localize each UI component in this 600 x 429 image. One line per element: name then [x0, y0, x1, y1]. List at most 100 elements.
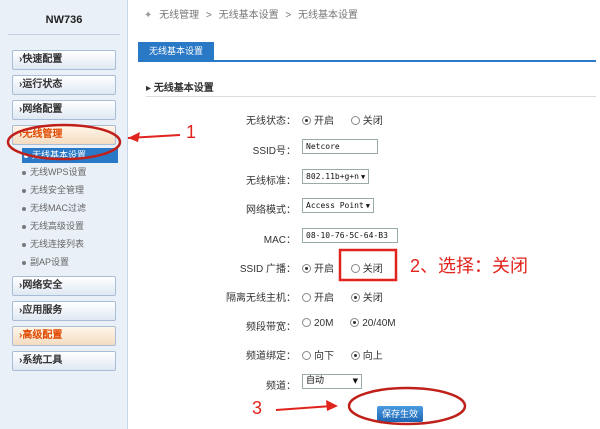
- submenu-security[interactable]: 无线安全管理: [22, 183, 118, 198]
- option-label: 向上: [362, 351, 383, 362]
- submenu-sub-ap[interactable]: 副AP设置: [22, 255, 118, 270]
- menu-network-config[interactable]: ›网络配置: [12, 100, 116, 120]
- option-label: 20M: [314, 318, 334, 329]
- submenu-label: 无线连接列表: [30, 239, 85, 249]
- option-label: 开启: [314, 293, 334, 304]
- radio-icon[interactable]: [350, 116, 360, 125]
- arrow-annotation: [127, 134, 181, 139]
- wireless-status-on[interactable]: 开启: [302, 116, 334, 127]
- ssid-broadcast-off[interactable]: 关闭: [350, 264, 383, 275]
- bullet-icon: [22, 170, 26, 175]
- ssid-label: SSID号：: [252, 146, 296, 157]
- annotation-step-3: 3: [252, 398, 263, 418]
- channel-bind-radios: 向下 向上: [302, 347, 397, 362]
- bullet-icon: [22, 242, 26, 247]
- breadcrumb-icon: ✦: [144, 10, 153, 21]
- select-value: 自动: [306, 376, 325, 386]
- submenu-label: 无线WPS设置: [30, 167, 87, 177]
- annotation-step-1: 1: [186, 122, 197, 142]
- menu-network-security[interactable]: ›网络安全: [12, 276, 116, 296]
- option-label: 20/40M: [362, 318, 396, 329]
- submenu-label: 无线基本设置: [32, 150, 87, 160]
- standard-label: 无线标准：: [246, 176, 296, 187]
- bandwidth-20m[interactable]: 20M: [302, 318, 333, 329]
- select-value: 802.11b+g+n: [306, 172, 359, 181]
- bandwidth-radios: 20M 20/40M: [302, 318, 410, 329]
- radio-icon[interactable]: [302, 116, 311, 125]
- menu-wireless[interactable]: ›无线管理: [12, 125, 116, 145]
- dropdown-arrow-icon: ▼: [352, 377, 358, 385]
- breadcrumb-item[interactable]: 无线管理: [159, 10, 199, 21]
- isolate-on[interactable]: 开启: [302, 293, 334, 304]
- channel-bind-down[interactable]: 向下: [302, 351, 334, 362]
- menu-app-services[interactable]: ›应用服务: [12, 301, 116, 321]
- option-label: 向下: [314, 351, 334, 362]
- annotation-step-2: 2、选择：关闭: [410, 256, 529, 276]
- option-label: 关闭: [362, 293, 383, 304]
- submenu-client-list[interactable]: 无线连接列表: [22, 237, 118, 252]
- radio-icon[interactable]: [302, 293, 311, 302]
- submenu-label: 无线安全管理: [30, 185, 85, 195]
- section-title-text: 无线基本设置: [153, 83, 214, 94]
- bullet-icon: [22, 206, 26, 211]
- standard-select[interactable]: 802.11b+g+n ▼: [302, 169, 370, 184]
- arrow-annotation: [275, 405, 333, 411]
- radio-icon[interactable]: [350, 264, 360, 273]
- submenu-wireless-basic[interactable]: 无线基本设置: [22, 148, 118, 163]
- bullet-icon: [24, 153, 28, 158]
- channel-label: 频道：: [266, 381, 296, 392]
- option-label: 关闭: [362, 264, 383, 275]
- ssid-broadcast-label: SSID 广播：: [239, 264, 296, 275]
- menu-system-tools[interactable]: ›系统工具: [12, 351, 116, 371]
- channel-select[interactable]: 自动 ▼: [302, 374, 362, 389]
- option-label: 开启: [314, 116, 334, 127]
- wireless-status-off[interactable]: 关闭: [350, 116, 383, 127]
- wireless-status-radios: 开启 关闭: [302, 112, 397, 127]
- submenu-label: 无线MAC过滤: [30, 203, 86, 213]
- submenu-advanced[interactable]: 无线高级设置: [22, 219, 118, 234]
- mac-input[interactable]: 08-10-76-5C-64-B3: [302, 228, 398, 243]
- mode-label: 网络模式：: [246, 205, 296, 216]
- ssid-broadcast-on[interactable]: 开启: [302, 264, 334, 275]
- breadcrumb-item[interactable]: 无线基本设置: [219, 10, 279, 21]
- submenu-label: 无线高级设置: [30, 221, 85, 231]
- breadcrumb-sep: >: [205, 10, 212, 21]
- radio-icon[interactable]: [350, 318, 360, 327]
- arrow-head: [128, 132, 140, 142]
- channel-bind-up[interactable]: 向上: [350, 351, 383, 362]
- section-marker-icon: ▸: [146, 83, 154, 94]
- bullet-icon: [22, 260, 26, 265]
- save-button[interactable]: 保存生效: [377, 406, 423, 422]
- breadcrumb-sep: >: [285, 10, 292, 21]
- isolate-radios: 开启 关闭: [302, 289, 397, 304]
- mode-select[interactable]: Access Point ▼: [302, 198, 375, 213]
- section-divider: [146, 96, 596, 97]
- bandwidth-label: 频段带宽：: [246, 322, 296, 333]
- sidebar: NW736 ›快速配置 ›运行状态 ›网络配置 ›无线管理 无线基本设置 无线W…: [0, 0, 128, 429]
- submenu-mac-filter[interactable]: 无线MAC过滤: [22, 201, 118, 216]
- wireless-status-label: 无线状态：: [246, 116, 296, 127]
- breadcrumb: ✦ 无线管理 > 无线基本设置 > 无线基本设置: [144, 6, 362, 21]
- isolate-label: 隔离无线主机：: [226, 293, 296, 304]
- brand-logo: NW736: [45, 14, 83, 26]
- arrow-head: [326, 400, 338, 411]
- radio-icon[interactable]: [350, 351, 360, 360]
- menu-advanced-config[interactable]: ›高级配置: [12, 326, 116, 346]
- ssid-input[interactable]: Netcore: [302, 139, 378, 154]
- menu-status[interactable]: ›运行状态: [12, 75, 116, 95]
- radio-icon[interactable]: [302, 264, 311, 273]
- brand-divider: [8, 34, 120, 35]
- menu-quick-setup[interactable]: ›快速配置: [12, 50, 116, 70]
- channel-bind-label: 频道绑定：: [246, 351, 296, 362]
- bullet-icon: [22, 224, 26, 229]
- select-value: Access Point: [306, 201, 364, 210]
- radio-icon[interactable]: [350, 293, 360, 302]
- isolate-off[interactable]: 关闭: [350, 293, 383, 304]
- submenu-wps[interactable]: 无线WPS设置: [22, 165, 118, 180]
- tab-wireless-basic[interactable]: 无线基本设置: [138, 42, 214, 60]
- radio-icon[interactable]: [302, 351, 311, 360]
- ssid-broadcast-radios: 开启 关闭: [302, 260, 397, 275]
- dropdown-arrow-icon: ▼: [365, 202, 371, 210]
- radio-icon[interactable]: [302, 318, 311, 327]
- bandwidth-20-40m[interactable]: 20/40M: [350, 318, 396, 329]
